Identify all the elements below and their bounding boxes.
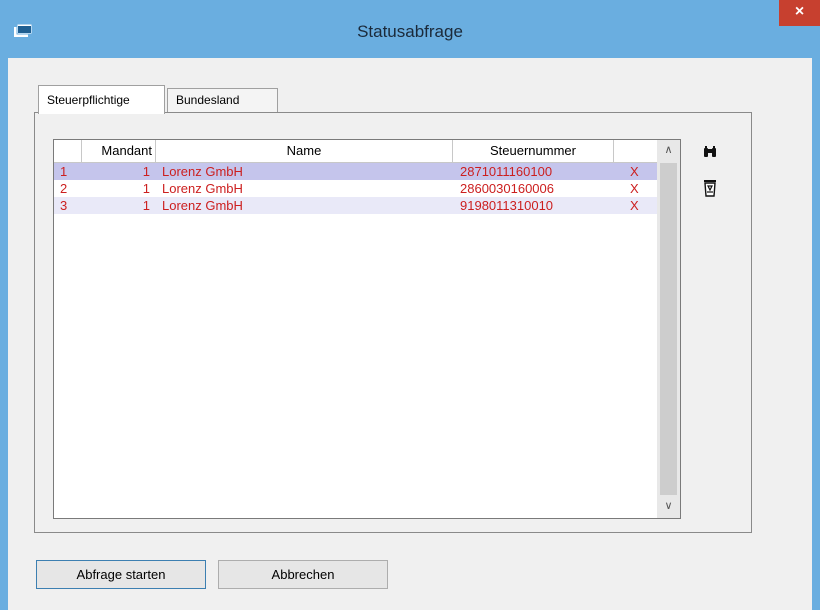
steuernummer-cell: 9198011310010 xyxy=(460,198,554,213)
tab-bundesland[interactable]: Bundesland xyxy=(167,88,278,112)
recycle-bin-icon xyxy=(704,180,716,197)
mandant-cell: 1 xyxy=(142,198,150,213)
table-row[interactable]: 3 1 Lorenz GmbH 9198011310010 X xyxy=(54,197,657,214)
steuernummer-cell: 2871011160100 xyxy=(460,164,553,179)
close-button[interactable]: × xyxy=(779,0,820,26)
recycle-button[interactable] xyxy=(699,179,721,201)
scrollbar-thumb[interactable] xyxy=(660,163,677,495)
binoculars-icon xyxy=(704,146,716,157)
title-bar[interactable]: Statusabfrage × xyxy=(0,0,820,58)
delete-row-icon[interactable]: X xyxy=(630,180,639,197)
vertical-scrollbar[interactable]: ∧ ∨ xyxy=(657,140,680,518)
table-row[interactable]: 1 1 Lorenz GmbH 2871011160100 X xyxy=(54,163,657,180)
dialog-client-area: Steuerpflichtige Bundesland Mandant Name… xyxy=(8,58,812,610)
search-button[interactable] xyxy=(699,143,721,165)
scroll-up-icon[interactable]: ∧ xyxy=(657,140,680,160)
scroll-down-icon[interactable]: ∨ xyxy=(657,496,680,516)
name-cell: Lorenz GmbH xyxy=(162,181,243,196)
tab-steuerpflichtige[interactable]: Steuerpflichtige xyxy=(38,85,165,114)
steuernummer-cell: 2860030160006 xyxy=(460,181,554,196)
header-steuernummer[interactable]: Steuernummer xyxy=(453,140,614,162)
taxpayer-grid[interactable]: Mandant Name Steuernummer 1 1 Lorenz Gmb… xyxy=(53,139,681,519)
header-row-number[interactable] xyxy=(54,140,82,162)
mandant-cell: 1 xyxy=(142,164,150,179)
grid-header: Mandant Name Steuernummer xyxy=(54,140,657,163)
header-mandant[interactable]: Mandant xyxy=(82,140,156,162)
row-number: 3 xyxy=(60,198,68,213)
window-title: Statusabfrage xyxy=(357,22,463,41)
header-name[interactable]: Name xyxy=(156,140,453,162)
delete-row-icon[interactable]: X xyxy=(630,197,639,214)
row-number: 1 xyxy=(60,164,68,179)
start-query-button[interactable]: Abfrage starten xyxy=(36,560,206,589)
delete-row-icon[interactable]: X xyxy=(630,163,639,180)
tab-panel: Mandant Name Steuernummer 1 1 Lorenz Gmb… xyxy=(34,112,752,533)
dialog-window: Statusabfrage × Steuerpflichtige Bundesl… xyxy=(0,0,820,610)
cancel-button[interactable]: Abbrechen xyxy=(218,560,388,589)
table-row[interactable]: 2 1 Lorenz GmbH 2860030160006 X xyxy=(54,180,657,197)
name-cell: Lorenz GmbH xyxy=(162,198,243,213)
name-cell: Lorenz GmbH xyxy=(162,164,243,179)
mandant-cell: 1 xyxy=(142,181,150,196)
header-delete[interactable] xyxy=(614,140,657,162)
row-number: 2 xyxy=(60,181,68,196)
